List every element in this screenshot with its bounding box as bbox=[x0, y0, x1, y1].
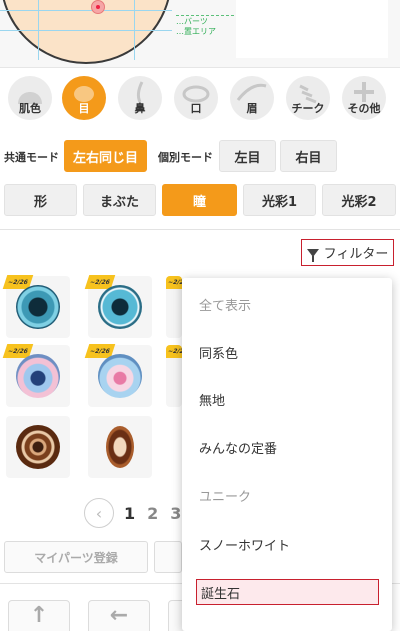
pupil-item[interactable]: ~2/26 bbox=[2, 275, 70, 338]
filter-option-birthstone[interactable]: 誕生石 bbox=[196, 579, 379, 605]
limited-badge: ~2/26 bbox=[166, 276, 182, 289]
secondary-button[interactable] bbox=[154, 541, 182, 573]
tab-eyelid[interactable]: まぶた bbox=[83, 184, 156, 216]
category-label: 鼻 bbox=[134, 102, 146, 115]
pupil-item[interactable]: ~2/26 bbox=[166, 345, 182, 407]
same-both-eyes-button[interactable]: 左右同じ目 bbox=[64, 140, 147, 172]
nose-icon[interactable]: 鼻 bbox=[118, 76, 162, 120]
guide-line bbox=[0, 30, 172, 31]
mode-row: 共通モード 左右同じ目 個別モード 左目 右目 bbox=[0, 140, 400, 174]
pupil-item[interactable]: ~2/26 bbox=[2, 344, 70, 407]
pupil-item[interactable]: ~2/26 bbox=[84, 344, 152, 407]
right-eye-button[interactable]: 右目 bbox=[280, 140, 337, 172]
category-eye[interactable]: 目 bbox=[62, 76, 106, 120]
left-eye-button[interactable]: 左目 bbox=[219, 140, 276, 172]
register-my-parts-button[interactable]: マイパーツ登録 bbox=[4, 541, 148, 573]
preview-panel bbox=[236, 0, 388, 58]
part-tabs: 形 まぶた 瞳 光彩1 光彩2 bbox=[0, 184, 400, 218]
pupil-thumbnail bbox=[16, 285, 60, 329]
category-cheek[interactable]: チーク bbox=[286, 76, 330, 120]
eye-icon[interactable]: 目 bbox=[62, 76, 106, 120]
tab-iris1[interactable]: 光彩1 bbox=[243, 184, 316, 216]
category-eyebrow[interactable]: 眉 bbox=[230, 76, 274, 120]
pupil-thumbnail bbox=[106, 426, 134, 468]
pupil-thumbnail bbox=[98, 285, 142, 329]
category-label: 眉 bbox=[246, 102, 258, 115]
category-label: チーク bbox=[291, 102, 325, 115]
filter-icon bbox=[306, 248, 319, 262]
filter-option-all[interactable]: 全て表示 bbox=[182, 280, 392, 328]
prev-page-button[interactable]: ‹ bbox=[84, 498, 114, 528]
category-label: 口 bbox=[190, 102, 202, 115]
filter-dropdown: 全て表示 同系色 無地 みんなの定番 ユニーク スノーホワイト 誕生石 bbox=[182, 278, 392, 631]
skin-icon[interactable]: 肌色 bbox=[8, 76, 52, 120]
move-left-button[interactable]: ← bbox=[88, 600, 150, 631]
filter-button[interactable]: フィルター bbox=[301, 239, 394, 266]
filter-label: フィルター bbox=[323, 247, 389, 262]
move-up-button[interactable]: ↑ bbox=[8, 600, 70, 631]
pupil-thumbnail bbox=[16, 425, 60, 469]
page-1[interactable]: 1 bbox=[124, 504, 135, 523]
filter-option-unique[interactable]: ユニーク bbox=[182, 471, 392, 519]
eyebrow-icon[interactable]: 眉 bbox=[230, 76, 274, 120]
pupil-thumbnail bbox=[16, 354, 60, 398]
individual-mode-label: 個別モード bbox=[158, 151, 213, 164]
other-icon[interactable]: その他 bbox=[342, 76, 386, 120]
filter-option-similar-color[interactable]: 同系色 bbox=[182, 328, 392, 376]
tab-iris2[interactable]: 光彩2 bbox=[322, 184, 396, 216]
tab-pupil[interactable]: 瞳 bbox=[162, 184, 237, 216]
pupil-item[interactable]: ~2/26 bbox=[166, 276, 182, 338]
common-mode-label: 共通モード bbox=[4, 151, 59, 164]
area-label-line2: …置エリア bbox=[176, 27, 216, 36]
cheek-icon[interactable]: チーク bbox=[286, 76, 330, 120]
limited-badge: ~2/26 bbox=[166, 345, 182, 358]
mouth-icon[interactable]: 口 bbox=[174, 76, 218, 120]
pupil-item[interactable] bbox=[6, 416, 70, 478]
tab-shape[interactable]: 形 bbox=[4, 184, 77, 216]
category-mouth[interactable]: 口 bbox=[174, 76, 218, 120]
area-label-line1: …バーツ bbox=[176, 17, 208, 26]
category-label: その他 bbox=[347, 102, 381, 115]
center-marker bbox=[91, 0, 105, 14]
divider bbox=[0, 229, 400, 230]
category-label: 目 bbox=[78, 102, 90, 115]
category-bar: 肌色 目 鼻 口 眉 チーク その他 bbox=[0, 76, 400, 124]
pupil-item[interactable] bbox=[88, 416, 152, 478]
page-3[interactable]: 3 bbox=[170, 504, 181, 523]
pupil-thumbnail bbox=[98, 354, 142, 398]
guide-line bbox=[134, 0, 135, 60]
category-label: 肌色 bbox=[19, 102, 41, 115]
face-preview: …バーツ …置エリア bbox=[0, 0, 400, 68]
category-other[interactable]: その他 bbox=[342, 76, 386, 120]
category-skin[interactable]: 肌色 bbox=[8, 76, 52, 120]
category-nose[interactable]: 鼻 bbox=[118, 76, 162, 120]
area-guide-line bbox=[176, 15, 234, 16]
pagination: ‹ 1 2 3 bbox=[84, 497, 193, 529]
guide-line bbox=[0, 10, 172, 11]
page-2[interactable]: 2 bbox=[147, 504, 158, 523]
filter-option-plain[interactable]: 無地 bbox=[182, 375, 392, 423]
pupil-item[interactable]: ~2/26 bbox=[84, 275, 152, 338]
guide-line bbox=[38, 0, 39, 60]
filter-option-popular[interactable]: みんなの定番 bbox=[182, 423, 392, 471]
filter-option-snow-white[interactable]: スノーホワイト bbox=[182, 520, 392, 568]
